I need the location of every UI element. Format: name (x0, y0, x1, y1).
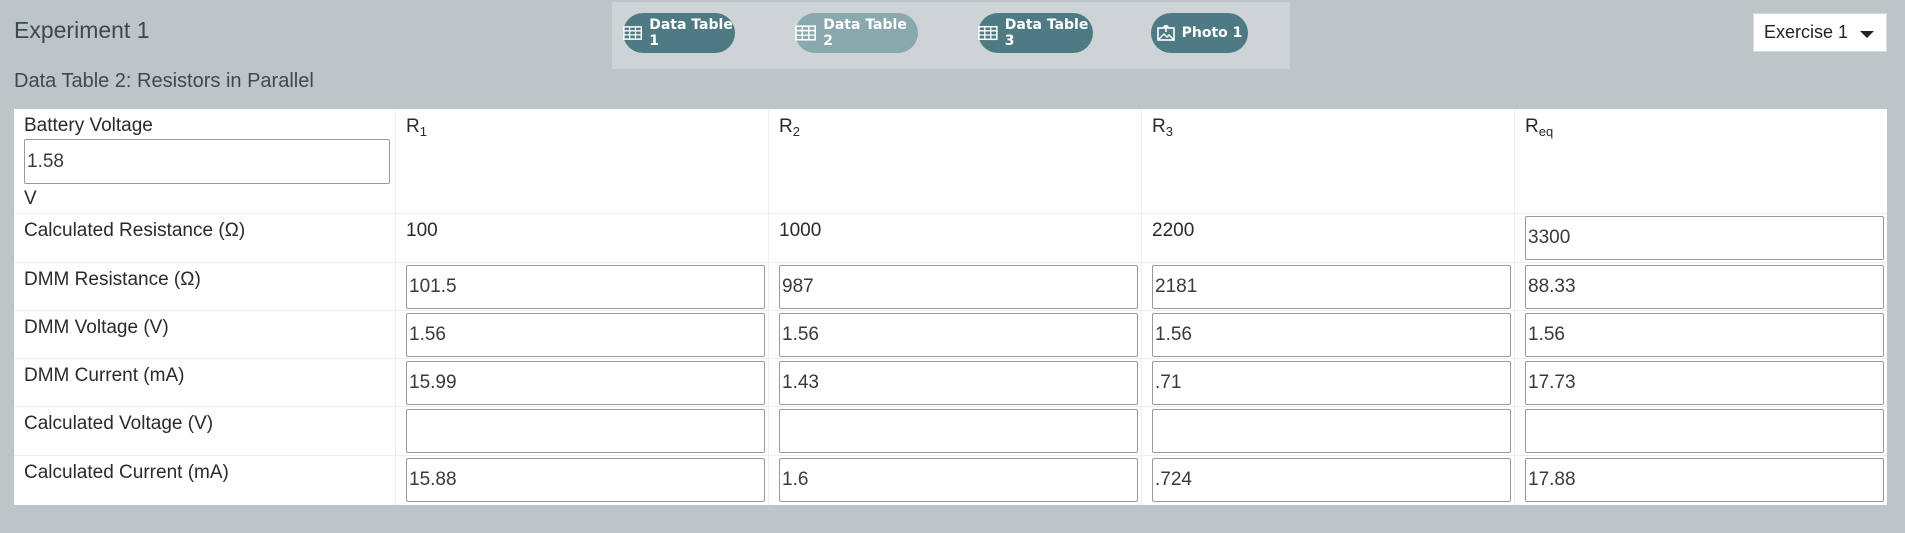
table-row: DMM Current (mA) (14, 359, 1887, 407)
table-row: Calculated Current (mA) (14, 456, 1887, 505)
column-header-label: R3 (1152, 116, 1173, 139)
value-input[interactable] (1525, 361, 1884, 405)
tab-data-table-1[interactable]: Data Table 1 (623, 13, 735, 53)
value-cell (768, 263, 1141, 310)
table-row: Calculated Resistance (Ω) 100 1000 2200 (14, 214, 1887, 263)
value-input[interactable] (1525, 313, 1884, 357)
row-label-cell: DMM Current (mA) (14, 359, 395, 406)
value-input[interactable] (1525, 409, 1884, 453)
photo-upload-icon (1156, 25, 1175, 41)
value-input[interactable] (406, 458, 765, 502)
value-input[interactable] (406, 265, 765, 309)
row-label: Calculated Resistance (Ω) (24, 220, 246, 241)
value-input[interactable] (779, 458, 1138, 502)
value-input[interactable] (1152, 313, 1511, 357)
row-label: DMM Voltage (V) (24, 317, 169, 338)
value-cell (1514, 407, 1887, 455)
chevron-down-icon (1860, 31, 1874, 38)
value-cell (1141, 311, 1514, 358)
value-input[interactable] (779, 313, 1138, 357)
column-header-label: R1 (406, 116, 427, 139)
value-input[interactable] (1525, 216, 1884, 260)
battery-voltage-input[interactable] (24, 139, 390, 184)
row-label: Calculated Voltage (V) (24, 413, 214, 434)
value-cell (1141, 407, 1514, 455)
value-cell (395, 263, 768, 310)
table-icon (978, 25, 998, 41)
battery-voltage-cell: Battery Voltage V (14, 109, 395, 213)
table-row: DMM Voltage (V) (14, 311, 1887, 359)
column-header-req: Req (1514, 109, 1887, 213)
column-header-label: Req (1525, 116, 1554, 139)
value-cell (768, 456, 1141, 505)
tab-label: Data Table 3 (1004, 17, 1089, 49)
value-cell (1514, 359, 1887, 406)
value-cell (1141, 456, 1514, 505)
tab-photo-1[interactable]: Photo 1 (1151, 13, 1248, 53)
table-row: DMM Resistance (Ω) (14, 263, 1887, 311)
value-input[interactable] (406, 361, 765, 405)
column-header-r3: R3 (1141, 109, 1514, 213)
value-cell: 100 (395, 214, 768, 262)
row-label-cell: Calculated Current (mA) (14, 456, 395, 505)
table-header-row: Battery Voltage V R1 R2 R3 Req (14, 109, 1887, 214)
tab-bar: Data Table 1 Data Table 2 Data Table 3 P… (612, 2, 1290, 69)
value-cell (1514, 263, 1887, 310)
table-row: Calculated Voltage (V) (14, 407, 1887, 456)
value-cell (1514, 311, 1887, 358)
value-input[interactable] (1525, 265, 1884, 309)
value-cell (768, 359, 1141, 406)
row-label-cell: DMM Voltage (V) (14, 311, 395, 358)
static-value: 2200 (1152, 220, 1195, 241)
value-cell (395, 407, 768, 455)
value-cell (1514, 456, 1887, 505)
table-caption: Data Table 2: Resistors in Parallel (14, 70, 314, 90)
value-input[interactable] (1152, 361, 1511, 405)
value-cell: 1000 (768, 214, 1141, 262)
value-cell (768, 407, 1141, 455)
value-input[interactable] (779, 409, 1138, 453)
tab-data-table-2[interactable]: Data Table 2 (795, 13, 918, 53)
tab-label: Data Table 2 (823, 17, 907, 49)
table-icon (795, 25, 817, 41)
tab-label: Data Table 1 (649, 17, 733, 49)
value-cell (395, 359, 768, 406)
exercise-select[interactable]: Exercise 1 (1753, 13, 1887, 52)
value-input[interactable] (1152, 409, 1511, 453)
row-label: Calculated Current (mA) (24, 462, 229, 483)
value-input[interactable] (406, 313, 765, 357)
row-label-cell: Calculated Voltage (V) (14, 407, 395, 455)
row-label-cell: DMM Resistance (Ω) (14, 263, 395, 310)
table-caption-container: Data Table 2: Resistors in Parallel (14, 66, 614, 90)
column-header-label: R2 (779, 116, 800, 139)
value-input[interactable] (1525, 458, 1884, 502)
value-input[interactable] (779, 361, 1138, 405)
value-cell (395, 311, 768, 358)
value-input[interactable] (779, 265, 1138, 309)
page-title: Experiment 1 (14, 17, 150, 43)
value-input[interactable] (406, 409, 765, 453)
column-header-r2: R2 (768, 109, 1141, 213)
value-cell (395, 456, 768, 505)
value-cell (768, 311, 1141, 358)
static-value: 100 (406, 220, 438, 241)
value-cell (1514, 214, 1887, 262)
battery-voltage-label: Battery Voltage (24, 115, 153, 136)
value-input[interactable] (1152, 265, 1511, 309)
table-icon (623, 26, 643, 40)
static-value: 1000 (779, 220, 822, 241)
column-header-r1: R1 (395, 109, 768, 213)
data-table: Battery Voltage V R1 R2 R3 Req Calculate… (14, 109, 1887, 505)
row-label-cell: Calculated Resistance (Ω) (14, 214, 395, 262)
exercise-select-value: Exercise 1 (1764, 22, 1849, 42)
battery-voltage-unit: V (24, 188, 37, 209)
tab-label: Photo 1 (1181, 25, 1243, 41)
value-cell (1141, 263, 1514, 310)
value-cell (1141, 359, 1514, 406)
row-label: DMM Current (mA) (24, 365, 185, 386)
value-input[interactable] (1152, 458, 1511, 502)
tab-data-table-3[interactable]: Data Table 3 (978, 13, 1093, 53)
value-cell: 2200 (1141, 214, 1514, 262)
row-label: DMM Resistance (Ω) (24, 269, 201, 290)
